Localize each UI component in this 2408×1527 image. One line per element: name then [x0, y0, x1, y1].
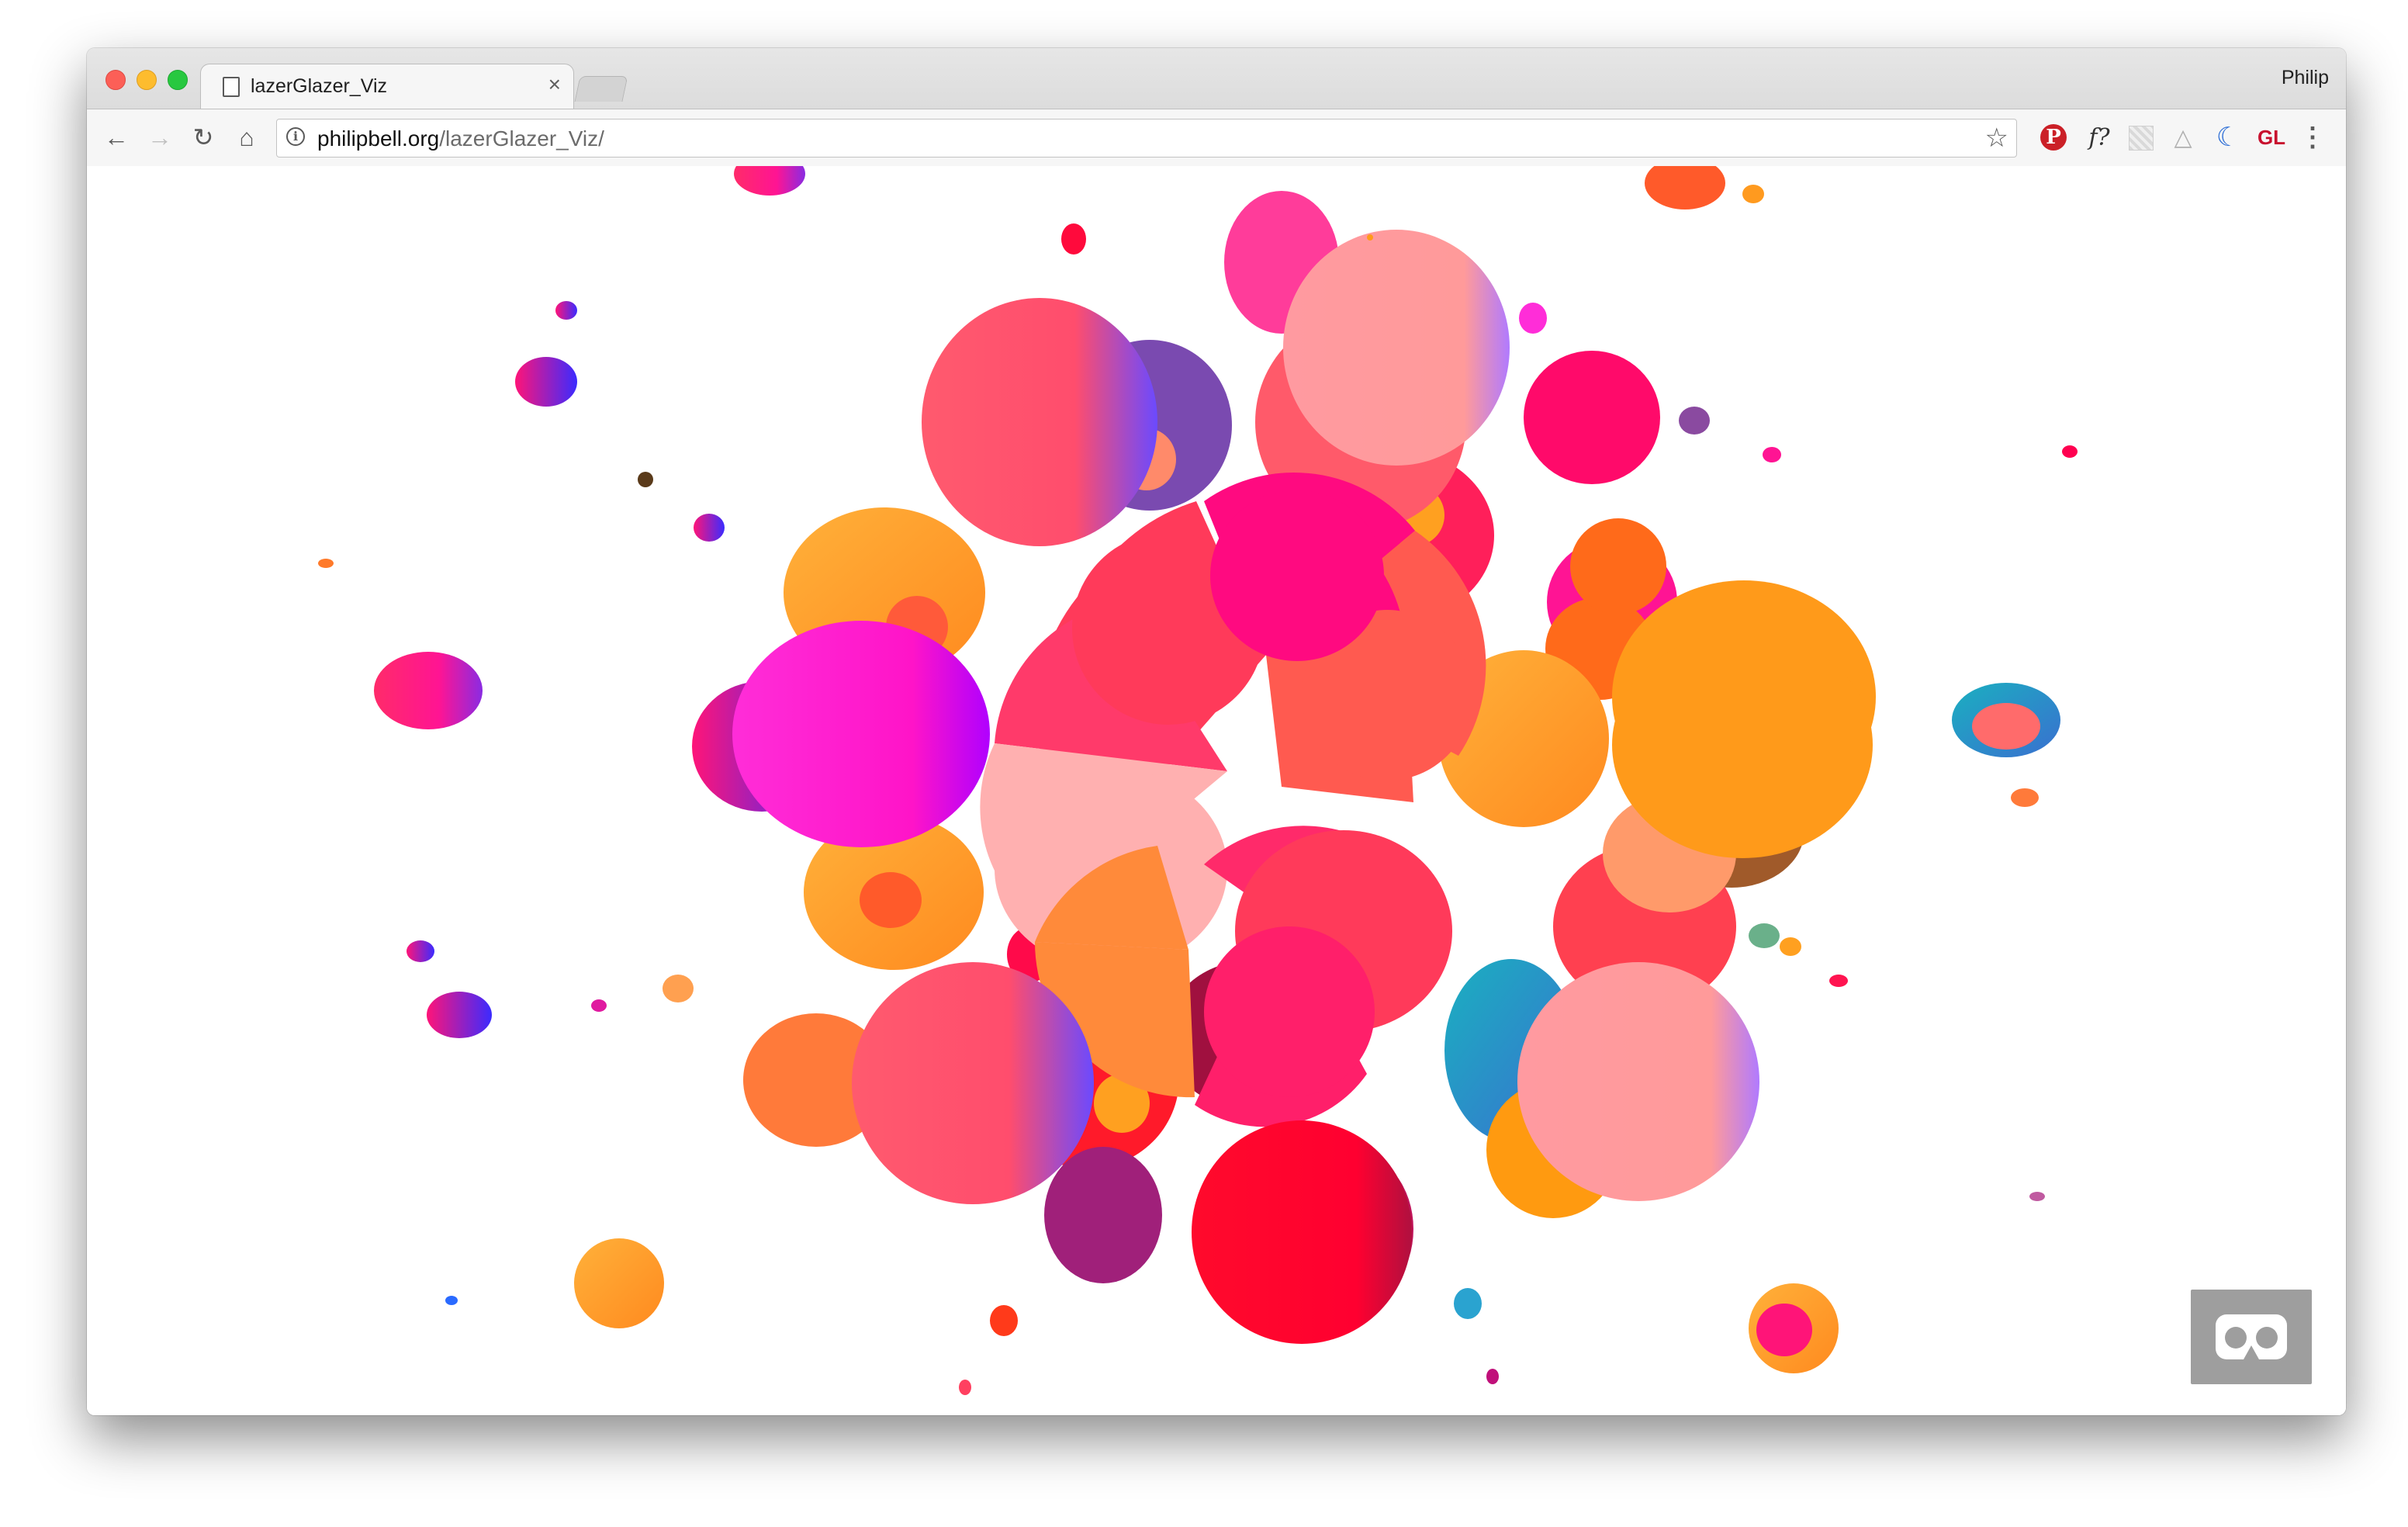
sphere — [574, 1238, 664, 1328]
sphere — [694, 514, 725, 542]
sphere — [860, 872, 922, 928]
maximize-window-button[interactable] — [168, 70, 188, 90]
new-tab-button[interactable] — [574, 76, 628, 102]
vr-mode-button[interactable] — [2191, 1290, 2312, 1384]
tab-title: lazerGlazer_Viz — [251, 75, 388, 97]
sphere — [1756, 1304, 1812, 1356]
profile-name[interactable]: Philip — [2282, 67, 2329, 89]
sphere — [1679, 407, 1710, 435]
reload-icon[interactable]: ↻ — [186, 120, 220, 154]
forward-arrow-icon[interactable]: → — [143, 120, 177, 154]
sphere — [1749, 923, 1780, 948]
sphere — [2011, 788, 2039, 807]
url-text[interactable]: philipbell.org/lazerGlazer_Viz/ — [317, 126, 604, 151]
sphere — [1519, 303, 1547, 334]
sphere — [515, 357, 577, 407]
sphere — [2029, 1192, 2045, 1201]
sphere — [1210, 490, 1384, 661]
sphere — [1061, 223, 1086, 254]
url-path: /lazerGlazer_Viz/ — [439, 126, 604, 151]
sphere — [922, 298, 1157, 546]
fontface-ninja-icon[interactable]: f? — [2084, 123, 2115, 151]
vr-headset-icon — [2216, 1314, 2287, 1359]
sphere — [1570, 518, 1666, 615]
sphere — [1829, 975, 1848, 987]
sphere — [852, 962, 1094, 1204]
sphere — [663, 975, 694, 1002]
sphere — [734, 166, 805, 196]
address-bar[interactable]: i philipbell.org/lazerGlazer_Viz/ ☆ — [276, 119, 2017, 158]
document-icon — [223, 77, 240, 97]
home-icon[interactable]: ⌂ — [230, 120, 264, 154]
sphere — [990, 1305, 1018, 1336]
url-host: philipbell.org — [317, 126, 440, 151]
moon-extension-icon[interactable]: ☾ — [2213, 123, 2244, 152]
sphere — [1192, 1120, 1412, 1344]
sphere — [1517, 962, 1759, 1201]
sphere — [1283, 230, 1510, 466]
sphere — [1204, 926, 1375, 1097]
sphere — [2062, 445, 2078, 458]
sphere — [374, 652, 483, 729]
sphere — [1780, 937, 1801, 956]
sphere — [591, 999, 607, 1012]
tab-close-icon[interactable]: × — [548, 74, 561, 95]
sphere — [1742, 185, 1764, 203]
webgl-canvas[interactable] — [87, 166, 2346, 1415]
sphere — [1972, 703, 2040, 750]
minimize-window-button[interactable] — [137, 70, 157, 90]
bookmark-star-icon[interactable]: ☆ — [1985, 123, 2008, 154]
sphere — [1612, 632, 1873, 858]
sphere — [1486, 1369, 1499, 1384]
sphere — [1524, 351, 1660, 484]
pinterest-icon[interactable]: P — [2040, 124, 2067, 151]
back-arrow-icon[interactable]: ← — [99, 120, 133, 154]
sphere — [407, 940, 434, 962]
sphere — [1763, 447, 1781, 462]
close-window-button[interactable] — [106, 70, 126, 90]
sphere — [1367, 234, 1373, 241]
tab-lazerglazer[interactable]: lazerGlazer_Viz × — [200, 64, 574, 109]
sphere — [445, 1296, 458, 1305]
sphere — [1454, 1288, 1482, 1319]
browser-window: lazerGlazer_Viz × Philip ← → ↻ ⌂ i phili… — [87, 48, 2346, 1415]
site-info-icon[interactable]: i — [286, 127, 305, 146]
sphere — [318, 559, 334, 568]
google-drive-icon[interactable]: △ — [2168, 123, 2199, 151]
sphere — [959, 1380, 971, 1395]
sphere-scene — [318, 166, 2078, 1395]
sphere — [638, 472, 653, 487]
sphere — [555, 301, 577, 320]
menu-icon[interactable]: ⋮ — [2299, 123, 2326, 152]
browser-toolbar: ← → ↻ ⌂ i philipbell.org/lazerGlazer_Viz… — [87, 109, 2346, 168]
gl-extension-icon[interactable]: GL — [2254, 123, 2289, 151]
sphere — [732, 621, 990, 847]
sphere — [427, 992, 492, 1038]
title-bar: lazerGlazer_Viz × Philip — [87, 48, 2346, 109]
sphere — [1645, 166, 1725, 209]
sphere — [1044, 1147, 1162, 1283]
grid-extension-icon[interactable] — [2129, 126, 2154, 151]
